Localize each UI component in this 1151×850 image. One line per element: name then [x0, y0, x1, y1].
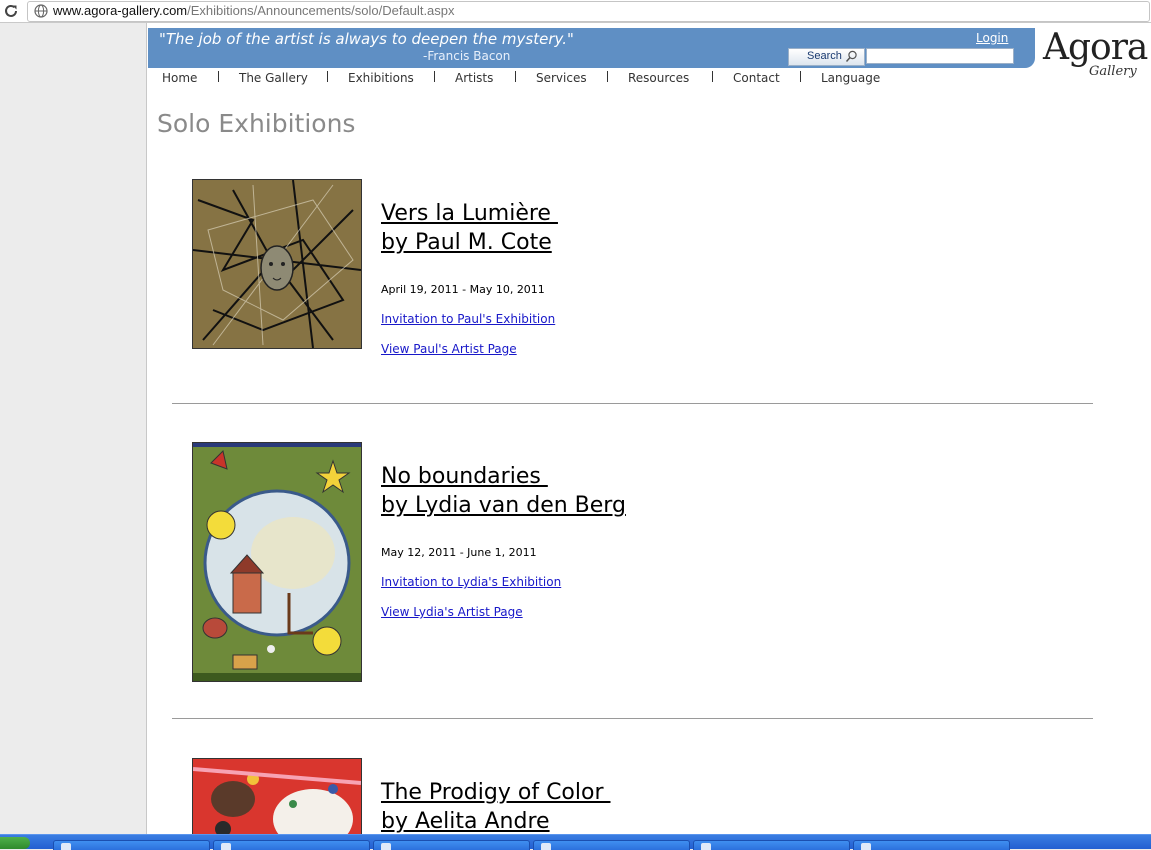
window-icon	[861, 843, 871, 850]
exhibition-title-line2: by Paul M. Cote	[381, 230, 552, 255]
url-domain: www.agora-gallery.com	[53, 3, 188, 18]
nav-the-gallery[interactable]: The Gallery	[239, 71, 308, 85]
divider	[172, 718, 1093, 719]
exhibition-title-line2: by Lydia van den Berg	[381, 493, 626, 518]
exhibition-title-line2: by Aelita Andre	[381, 809, 550, 834]
exhibition-item: No boundaries by Lydia van den Berg May …	[192, 442, 1092, 682]
nav-contact[interactable]: Contact	[733, 71, 780, 85]
logo-main-text: Agora	[1043, 27, 1148, 68]
taskbar-window-button[interactable]	[213, 840, 370, 850]
nav-separator	[327, 71, 328, 82]
window-icon	[61, 843, 71, 850]
nav-resources[interactable]: Resources	[628, 71, 689, 85]
invitation-link[interactable]: Invitation to Lydia's Exhibition	[381, 575, 561, 589]
exhibition-title-link[interactable]: Vers la Lumière by Paul M. Cote	[381, 199, 558, 257]
divider	[172, 403, 1093, 404]
window-icon	[381, 843, 391, 850]
nav-services[interactable]: Services	[536, 71, 587, 85]
nav-separator	[607, 71, 608, 82]
taskbar-window-button[interactable]	[373, 840, 530, 850]
exhibition-title-link[interactable]: No boundaries by Lydia van den Berg	[381, 462, 626, 520]
quote-author: -Francis Bacon	[423, 49, 511, 63]
invitation-link[interactable]: Invitation to Paul's Exhibition	[381, 312, 555, 326]
taskbar-window-button[interactable]	[853, 840, 1010, 850]
nav-separator	[800, 71, 801, 82]
nav-language[interactable]: Language	[821, 71, 880, 85]
exhibition-dates: April 19, 2011 - May 10, 2011	[381, 283, 545, 296]
web-page: "The job of the artist is always to deep…	[146, 23, 1151, 834]
exhibition-title-line1: Vers la Lumière	[381, 201, 558, 226]
nav-separator	[218, 71, 219, 82]
start-button[interactable]	[0, 837, 30, 849]
window-icon	[701, 843, 711, 850]
globe-icon	[34, 4, 48, 18]
exhibition-thumbnail-aelita-andre[interactable]	[192, 758, 362, 834]
nav-home[interactable]: Home	[162, 71, 197, 85]
url-path: /Exhibitions/Announcements/solo/Default.…	[187, 3, 455, 18]
window-icon	[221, 843, 231, 850]
header-quote: "The job of the artist is always to deep…	[159, 30, 574, 48]
nav-separator	[712, 71, 713, 82]
taskbar	[0, 834, 1151, 850]
reload-icon[interactable]	[3, 3, 19, 19]
search-button-label: Search	[807, 50, 842, 62]
logo-sub-text: Gallery	[1089, 64, 1137, 79]
magnifier-icon	[845, 50, 857, 62]
exhibition-dates: May 12, 2011 - June 1, 2011	[381, 546, 537, 559]
taskbar-window-button[interactable]	[533, 840, 690, 850]
exhibition-item: The Prodigy of Color by Aelita Andre	[192, 758, 1092, 834]
url-text: www.agora-gallery.com/Exhibitions/Announ…	[53, 3, 455, 18]
exhibition-thumbnail-lydia-van-den-berg[interactable]	[192, 442, 362, 682]
header-banner: "The job of the artist is always to deep…	[148, 28, 1035, 68]
page-title: Solo Exhibitions	[157, 109, 356, 138]
nav-separator	[515, 71, 516, 82]
search-input[interactable]	[866, 48, 1014, 64]
exhibition-item: Vers la Lumière by Paul M. Cote April 19…	[192, 179, 1092, 359]
main-nav: Home The Gallery Exhibitions Artists Ser…	[147, 69, 907, 89]
exhibition-title-line1: The Prodigy of Color	[381, 780, 611, 805]
search-button[interactable]: Search	[788, 48, 865, 66]
agora-gallery-logo[interactable]: Agora Gallery	[1041, 27, 1148, 85]
login-link[interactable]: Login	[976, 31, 1008, 45]
nav-separator	[434, 71, 435, 82]
artist-page-link[interactable]: View Paul's Artist Page	[381, 342, 517, 356]
nav-artists[interactable]: Artists	[455, 71, 493, 85]
exhibition-thumbnail-paul-cote[interactable]	[192, 179, 362, 349]
taskbar-window-button[interactable]	[693, 840, 850, 850]
window-icon	[541, 843, 551, 850]
artist-page-link[interactable]: View Lydia's Artist Page	[381, 605, 523, 619]
exhibition-title-line1: No boundaries	[381, 464, 548, 489]
url-field[interactable]: www.agora-gallery.com/Exhibitions/Announ…	[27, 1, 1150, 22]
browser-address-bar: www.agora-gallery.com/Exhibitions/Announ…	[0, 0, 1151, 23]
exhibition-title-link[interactable]: The Prodigy of Color by Aelita Andre	[381, 778, 611, 834]
nav-exhibitions[interactable]: Exhibitions	[348, 71, 414, 85]
taskbar-window-button[interactable]	[53, 840, 210, 850]
